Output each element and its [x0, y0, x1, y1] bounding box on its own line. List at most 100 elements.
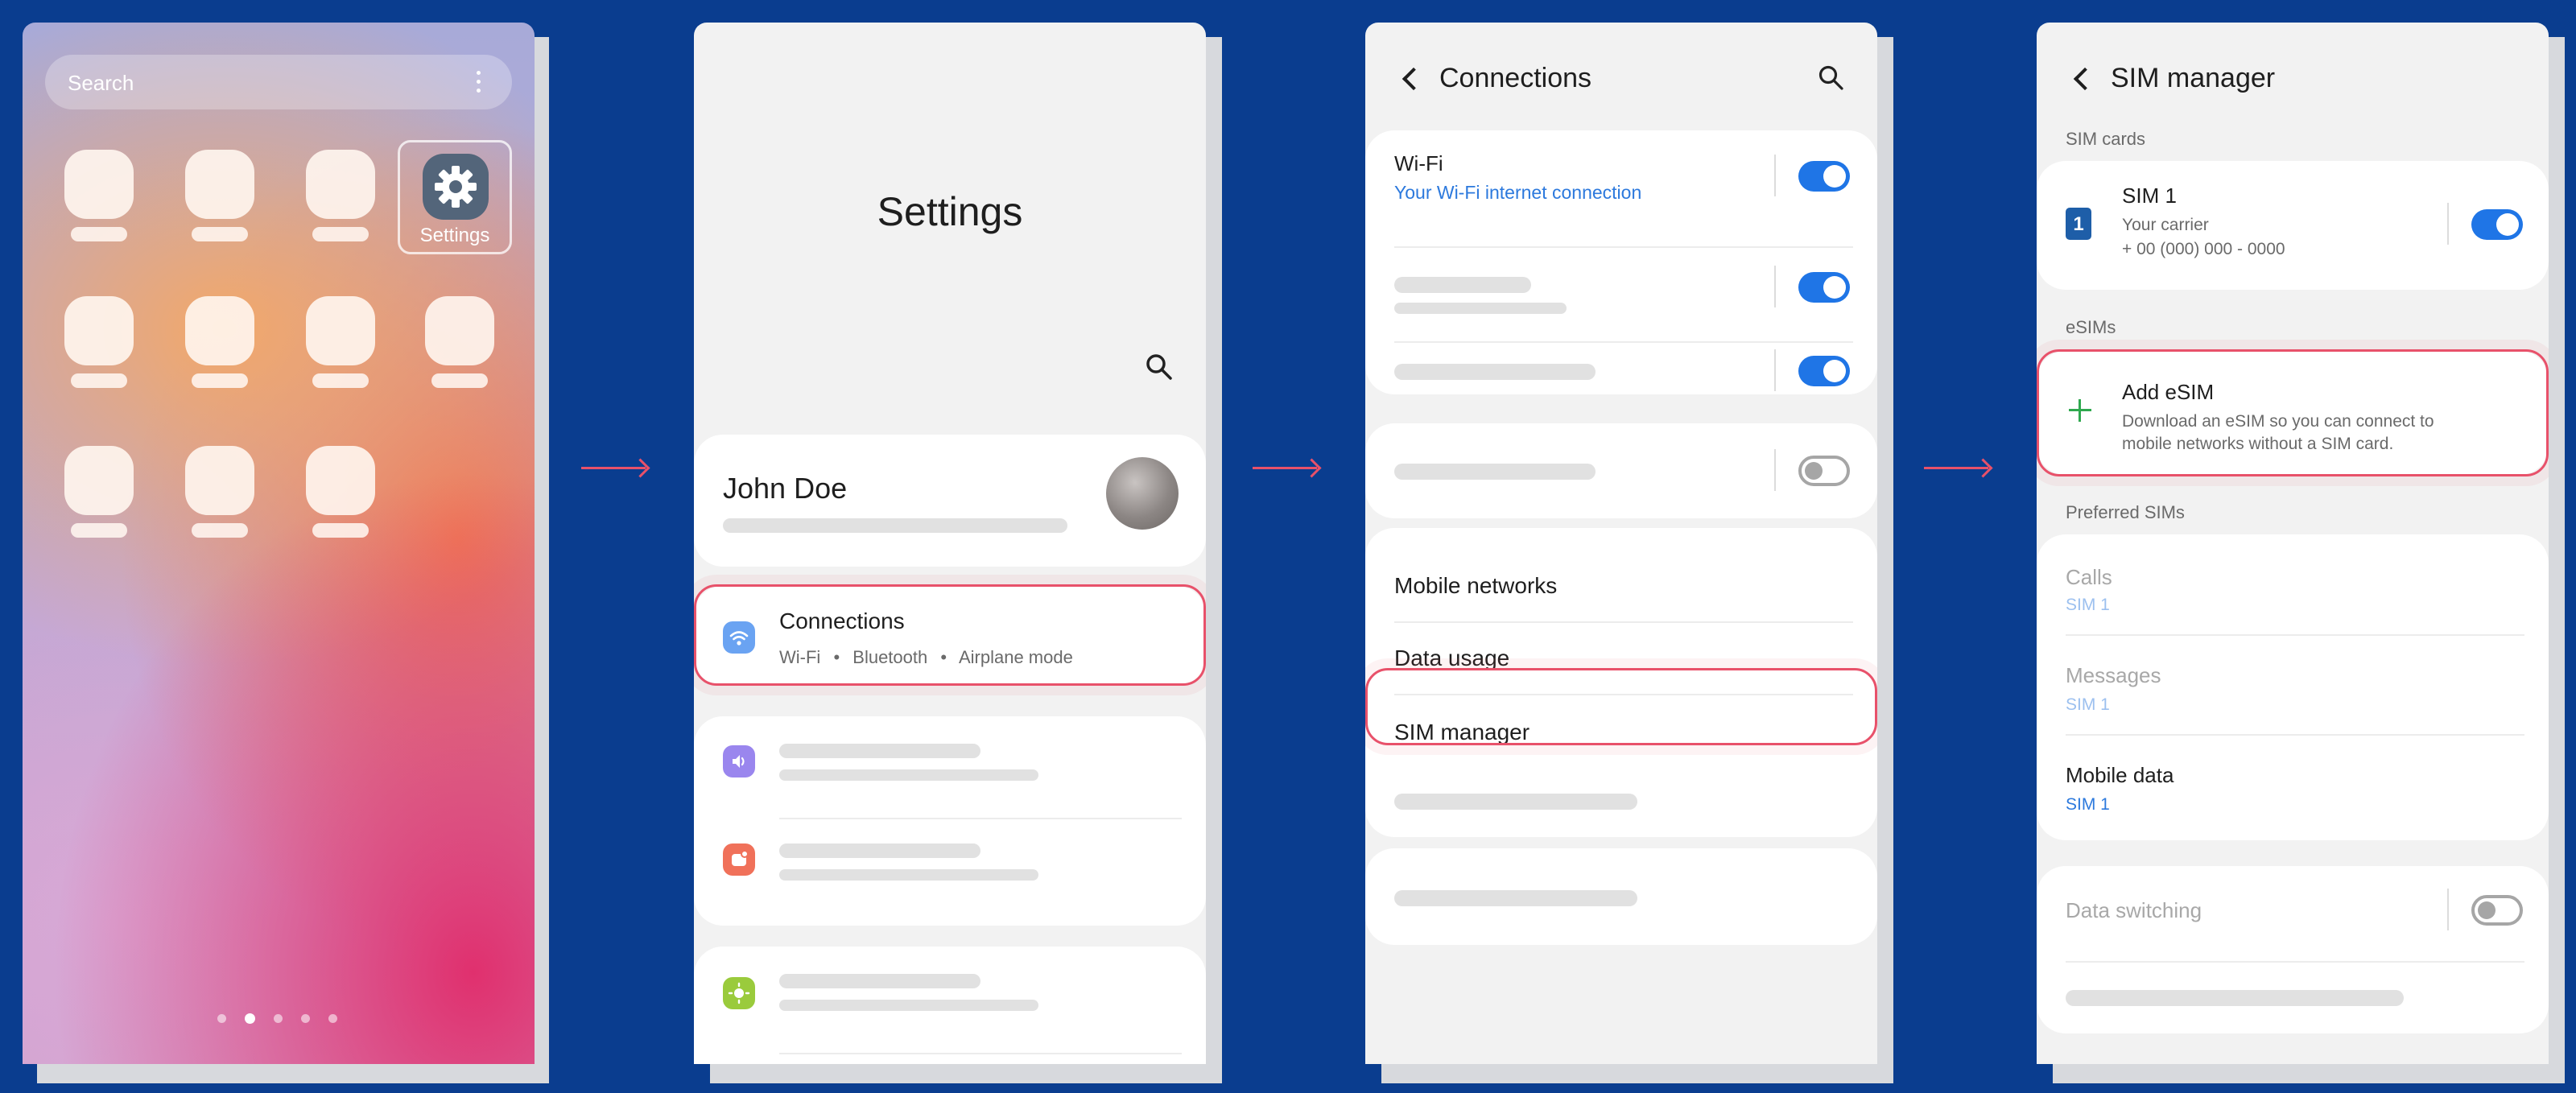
search-icon[interactable]	[1145, 353, 1174, 382]
divider	[1394, 246, 1853, 248]
divider	[779, 818, 1182, 819]
sim1-name: SIM 1	[2122, 184, 2177, 208]
item-subtitle-placeholder	[779, 869, 1038, 881]
wifi-toggle[interactable]	[1798, 161, 1850, 192]
separator	[1774, 449, 1776, 491]
page-indicator-dot[interactable]	[217, 1014, 226, 1023]
separator	[1774, 266, 1776, 307]
mobile-data-label[interactable]: Mobile data	[2066, 763, 2174, 788]
connections-group	[1365, 848, 1877, 945]
app-label	[431, 373, 488, 388]
item-title-placeholder	[779, 974, 980, 988]
divider	[2066, 634, 2524, 636]
more-options-icon[interactable]	[477, 71, 481, 93]
data-switching-group: Data switching	[2037, 866, 2549, 1033]
profile-subtitle-placeholder	[723, 518, 1067, 533]
settings-app-label: Settings	[419, 225, 490, 246]
calls-label[interactable]: Calls	[2066, 565, 2112, 590]
esims-header: eSIMs	[2066, 317, 2116, 337]
profile-card[interactable]: John Doe	[694, 435, 1206, 567]
home-search-bar[interactable]: Search	[45, 55, 512, 109]
connections-screen: Connections Wi-Fi Your Wi-Fi internet co…	[1365, 23, 1877, 1064]
app-label	[192, 227, 248, 241]
preferred-sims-header: Preferred SIMs	[2066, 502, 2185, 522]
item-title-placeholder	[2066, 990, 2404, 1006]
item-title-placeholder	[1394, 464, 1596, 480]
sim1-toggle[interactable]	[2471, 209, 2523, 240]
divider	[1394, 621, 1853, 623]
data-switching-toggle[interactable]	[2471, 895, 2523, 926]
flow-arrow	[1924, 467, 1988, 469]
bluetooth-toggle[interactable]	[1798, 272, 1850, 303]
sim1-carrier: Your carrier	[2122, 216, 2209, 234]
add-esim-highlight	[2037, 349, 2549, 476]
airplane-mode-toggle[interactable]	[1798, 456, 1850, 486]
app-icon[interactable]	[185, 296, 254, 365]
messages-label[interactable]: Messages	[2066, 663, 2161, 688]
home-screen: Search Settings	[23, 23, 535, 1064]
app-icon[interactable]	[185, 446, 254, 515]
separator	[1774, 155, 1776, 196]
sim1-card[interactable]: 1 SIM 1 Your carrier + 00 (000) 000 - 00…	[2037, 161, 2549, 290]
connections-group: Wi-Fi Your Wi-Fi internet connection	[1365, 130, 1877, 394]
app-icon[interactable]	[64, 296, 134, 365]
sim-cards-header: SIM cards	[2066, 129, 2146, 149]
separator	[2447, 889, 2449, 930]
home-search-placeholder: Search	[68, 71, 134, 95]
page-title: SIM manager	[2111, 63, 2276, 93]
page-indicator-dot[interactable]	[328, 1014, 337, 1023]
notifications-icon	[723, 843, 755, 876]
wifi-label: Wi-Fi	[1394, 151, 1443, 175]
app-icon[interactable]	[306, 296, 375, 365]
app-icon[interactable]	[306, 150, 375, 219]
app-icon[interactable]	[306, 446, 375, 515]
app-label	[71, 373, 127, 388]
back-icon[interactable]	[2073, 67, 2097, 91]
profile-name: John Doe	[723, 472, 848, 505]
page-indicator-dot[interactable]	[301, 1014, 310, 1023]
sim-manager-screen: SIM manager SIM cards 1 SIM 1 Your carri…	[2037, 23, 2549, 1064]
app-icon[interactable]	[425, 296, 494, 365]
connections-highlight	[694, 584, 1206, 686]
settings-group	[694, 716, 1206, 926]
mobile-networks-item[interactable]: Mobile networks	[1394, 573, 1557, 599]
app-label	[312, 227, 369, 241]
data-switching-label: Data switching	[2066, 898, 2202, 922]
flow-arrow	[581, 467, 646, 469]
app-icon[interactable]	[64, 446, 134, 515]
flow-arrow	[1253, 467, 1317, 469]
item-subtitle-placeholder	[1394, 303, 1567, 314]
sim-manager-highlight	[1365, 668, 1877, 745]
page-title: Settings	[877, 189, 1023, 234]
search-icon[interactable]	[1818, 64, 1845, 92]
page-indicator-dot-active[interactable]	[245, 1013, 255, 1024]
mobile-data-value: SIM 1	[2066, 795, 2110, 814]
app-icon[interactable]	[64, 150, 134, 219]
back-icon[interactable]	[1402, 67, 1426, 91]
settings-group	[694, 947, 1206, 1064]
app-label	[312, 373, 369, 388]
divider	[1394, 341, 1853, 343]
item-subtitle-placeholder	[779, 1000, 1038, 1011]
divider	[779, 1053, 1182, 1054]
avatar[interactable]	[1106, 457, 1179, 530]
settings-app[interactable]: Settings	[398, 140, 512, 254]
app-label	[71, 523, 127, 538]
connections-group	[1365, 423, 1877, 518]
item-subtitle-placeholder	[779, 769, 1038, 781]
app-label	[192, 373, 248, 388]
separator	[2447, 203, 2449, 245]
page-indicator-dot[interactable]	[274, 1014, 283, 1023]
app-label	[312, 523, 369, 538]
divider	[2066, 734, 2524, 736]
preferred-sims-group: Calls SIM 1 Messages SIM 1 Mobile data S…	[2037, 534, 2549, 840]
page-title: Connections	[1439, 63, 1592, 93]
separator	[1774, 349, 1776, 391]
nfc-toggle[interactable]	[1798, 356, 1850, 386]
sim-card-icon: 1	[2066, 208, 2091, 240]
app-icon[interactable]	[185, 150, 254, 219]
item-title-placeholder	[1394, 277, 1531, 293]
settings-gear-icon	[423, 154, 489, 220]
app-label	[192, 523, 248, 538]
sound-icon	[723, 745, 755, 777]
